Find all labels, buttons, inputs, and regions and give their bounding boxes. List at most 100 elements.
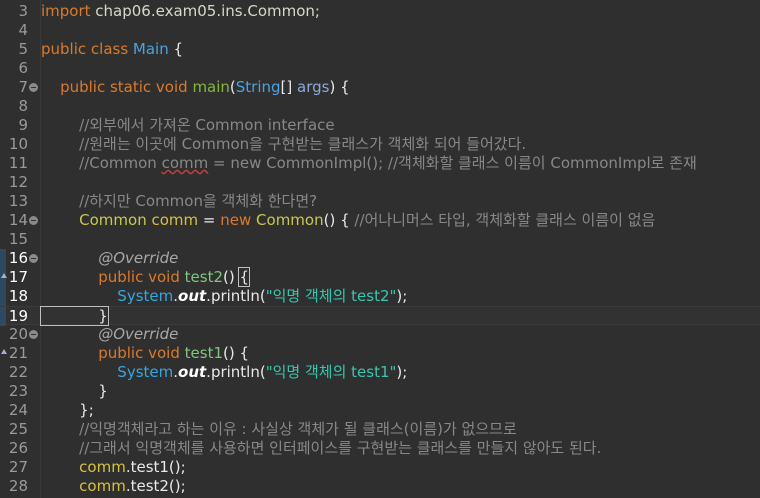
code-text[interactable]: import chap06.exam05.ins.Common; bbox=[41, 2, 320, 21]
fold-collapse-icon[interactable] bbox=[29, 83, 38, 92]
code-line[interactable]: 5 public class Main { bbox=[0, 40, 760, 59]
code-editor[interactable]: 3 import chap06.exam05.ins.Common; 4 5 publi… bbox=[0, 0, 760, 498]
code-line[interactable]: 7 public static void main(String[] args)… bbox=[0, 78, 760, 97]
line-number: 24 bbox=[8, 401, 28, 419]
code-line[interactable]: 17 public void test2() { bbox=[0, 267, 760, 287]
code-text[interactable]: comm.test2(); bbox=[41, 477, 186, 496]
code-line[interactable]: 25 //익명객체라고 하는 이유 : 사실상 객체가 될 클래스(이름)가 없… bbox=[0, 420, 760, 439]
code-text[interactable]: public void test2() { bbox=[41, 267, 250, 287]
code-text[interactable]: } bbox=[41, 382, 108, 401]
code-line[interactable]: 27 comm.test1(); bbox=[0, 458, 760, 477]
code-token: String bbox=[235, 78, 281, 96]
code-line[interactable]: 10 //원래는 이곳에 Common을 구현받는 클래스가 객체화 되어 들어… bbox=[0, 135, 760, 154]
code-text[interactable]: //Common comm = new CommonImpl(); //객체화할… bbox=[41, 154, 697, 173]
line-number: 10 bbox=[8, 135, 28, 153]
code-token: .test1(); bbox=[125, 458, 186, 476]
code-token: //익명객체라고 하는 이유 : 사실상 객체가 될 클래스(이름)가 없으므로 bbox=[41, 420, 517, 438]
fold-collapse-icon[interactable] bbox=[29, 216, 38, 225]
code-line[interactable]: 28 comm.test2(); bbox=[0, 477, 760, 496]
code-line[interactable]: 20 @Override bbox=[0, 325, 760, 344]
code-line[interactable]: 24 }; bbox=[0, 401, 760, 420]
line-number: 11 bbox=[8, 154, 28, 172]
fold-collapse-icon[interactable] bbox=[29, 254, 38, 263]
code-text[interactable]: System.out.println("익명 객체의 test2"); bbox=[41, 287, 407, 306]
code-token: public void bbox=[98, 268, 185, 286]
code-token: import bbox=[41, 2, 96, 20]
code-line[interactable]: 6 bbox=[0, 59, 760, 78]
code-line[interactable]: 9 //외부에서 가져온 Common interface bbox=[0, 116, 760, 135]
line-number: 27 bbox=[8, 458, 28, 476]
code-line[interactable]: 18 System.out.println("익명 객체의 test2"); bbox=[0, 287, 760, 306]
text-cursor bbox=[107, 308, 109, 323]
code-token: public class bbox=[41, 40, 133, 58]
line-number: 16 bbox=[8, 249, 28, 267]
code-text[interactable]: Common comm = new Common() { //어나니머스 타입,… bbox=[41, 211, 655, 230]
code-line[interactable]: 22 System.out.println("익명 객체의 test1"); bbox=[0, 363, 760, 382]
code-line[interactable]: 19 } bbox=[0, 306, 760, 326]
code-text[interactable]: public class Main { bbox=[41, 40, 183, 59]
code-token: = bbox=[198, 211, 221, 229]
code-line[interactable]: 4 bbox=[0, 21, 760, 40]
code-token: public void bbox=[98, 344, 185, 362]
code-text[interactable]: //익명객체라고 하는 이유 : 사실상 객체가 될 클래스(이름)가 없으므로 bbox=[41, 420, 517, 439]
line-number: 26 bbox=[8, 439, 28, 457]
code-line[interactable]: 21 public void test1() { bbox=[0, 344, 760, 363]
code-line[interactable]: 13 //하지만 Common을 객체화 한다면? bbox=[0, 192, 760, 211]
override-marker-icon bbox=[1, 273, 7, 278]
line-number: 6 bbox=[18, 59, 28, 77]
fold-collapse-icon[interactable] bbox=[29, 330, 38, 339]
code-line[interactable]: 23 } bbox=[0, 382, 760, 401]
code-token: //하지만 Common을 객체화 한다면? bbox=[41, 192, 318, 210]
code-line[interactable]: 8 bbox=[0, 97, 760, 116]
code-token: test2 bbox=[184, 268, 223, 286]
code-token: //어나니머스 타입, 객체화할 클래스 이름이 없음 bbox=[354, 211, 656, 229]
code-line[interactable]: 15 bbox=[0, 230, 760, 249]
override-marker-icon bbox=[1, 349, 7, 354]
code-token: args bbox=[297, 78, 330, 96]
code-text[interactable]: //그래서 익명객체를 사용하면 인터페이스를 구현받는 클래스를 만들지 않아… bbox=[41, 439, 601, 458]
code-line[interactable]: 3 import chap06.exam05.ins.Common; bbox=[0, 2, 760, 21]
code-token: }; bbox=[41, 401, 94, 419]
code-text[interactable]: @Override bbox=[41, 249, 178, 268]
code-text[interactable]: comm.test1(); bbox=[41, 458, 186, 477]
code-token: public static void bbox=[41, 78, 193, 96]
code-token: @Override bbox=[41, 325, 179, 343]
code-token: = new CommonImpl(); //객체화할 클래스 이름이 Commo… bbox=[208, 154, 697, 172]
code-token: ); bbox=[396, 363, 408, 381]
code-token: comm bbox=[79, 458, 126, 476]
code-text[interactable]: @Override bbox=[41, 325, 178, 344]
code-token: } bbox=[41, 382, 108, 400]
line-number: 13 bbox=[8, 192, 28, 210]
code-token: out bbox=[178, 287, 207, 305]
line-number: 22 bbox=[8, 363, 28, 381]
code-token: chap06.exam05.ins.Common; bbox=[95, 2, 320, 20]
code-line[interactable]: 12 bbox=[0, 173, 760, 192]
code-token: comm bbox=[161, 154, 209, 172]
line-number: 28 bbox=[8, 477, 28, 495]
code-token: "익명 객체의 test2" bbox=[265, 287, 397, 305]
code-line[interactable]: 26 //그래서 익명객체를 사용하면 인터페이스를 구현받는 클래스를 만들지… bbox=[0, 439, 760, 458]
code-text[interactable]: //하지만 Common을 객체화 한다면? bbox=[41, 192, 317, 211]
code-text[interactable]: }; bbox=[41, 401, 94, 420]
code-line[interactable]: 16 @Override bbox=[0, 249, 760, 268]
code-text[interactable]: } bbox=[40, 306, 109, 326]
code-line[interactable]: 11 //Common comm = new CommonImpl(); //객… bbox=[0, 154, 760, 173]
code-text[interactable]: public static void main(String[] args) { bbox=[41, 78, 350, 97]
code-token: () { bbox=[223, 344, 250, 362]
code-token: comm bbox=[79, 477, 126, 495]
code-text[interactable]: //외부에서 가져온 Common interface bbox=[41, 116, 334, 135]
line-number: 3 bbox=[18, 2, 28, 20]
code-token: ); bbox=[396, 287, 408, 305]
code-line[interactable]: 14 Common comm = new Common() { //어나니머스 … bbox=[0, 211, 760, 230]
line-number: 23 bbox=[8, 382, 28, 400]
code-text[interactable]: System.out.println("익명 객체의 test1"); bbox=[41, 363, 407, 382]
code-token: comm bbox=[151, 211, 199, 229]
code-token: test1 bbox=[184, 344, 223, 362]
code-token: .println( bbox=[206, 363, 266, 381]
code-text[interactable]: //원래는 이곳에 Common을 구현받는 클래스가 객체화 되어 들어갔다. bbox=[41, 135, 526, 154]
code-text[interactable]: public void test1() { bbox=[41, 344, 249, 363]
